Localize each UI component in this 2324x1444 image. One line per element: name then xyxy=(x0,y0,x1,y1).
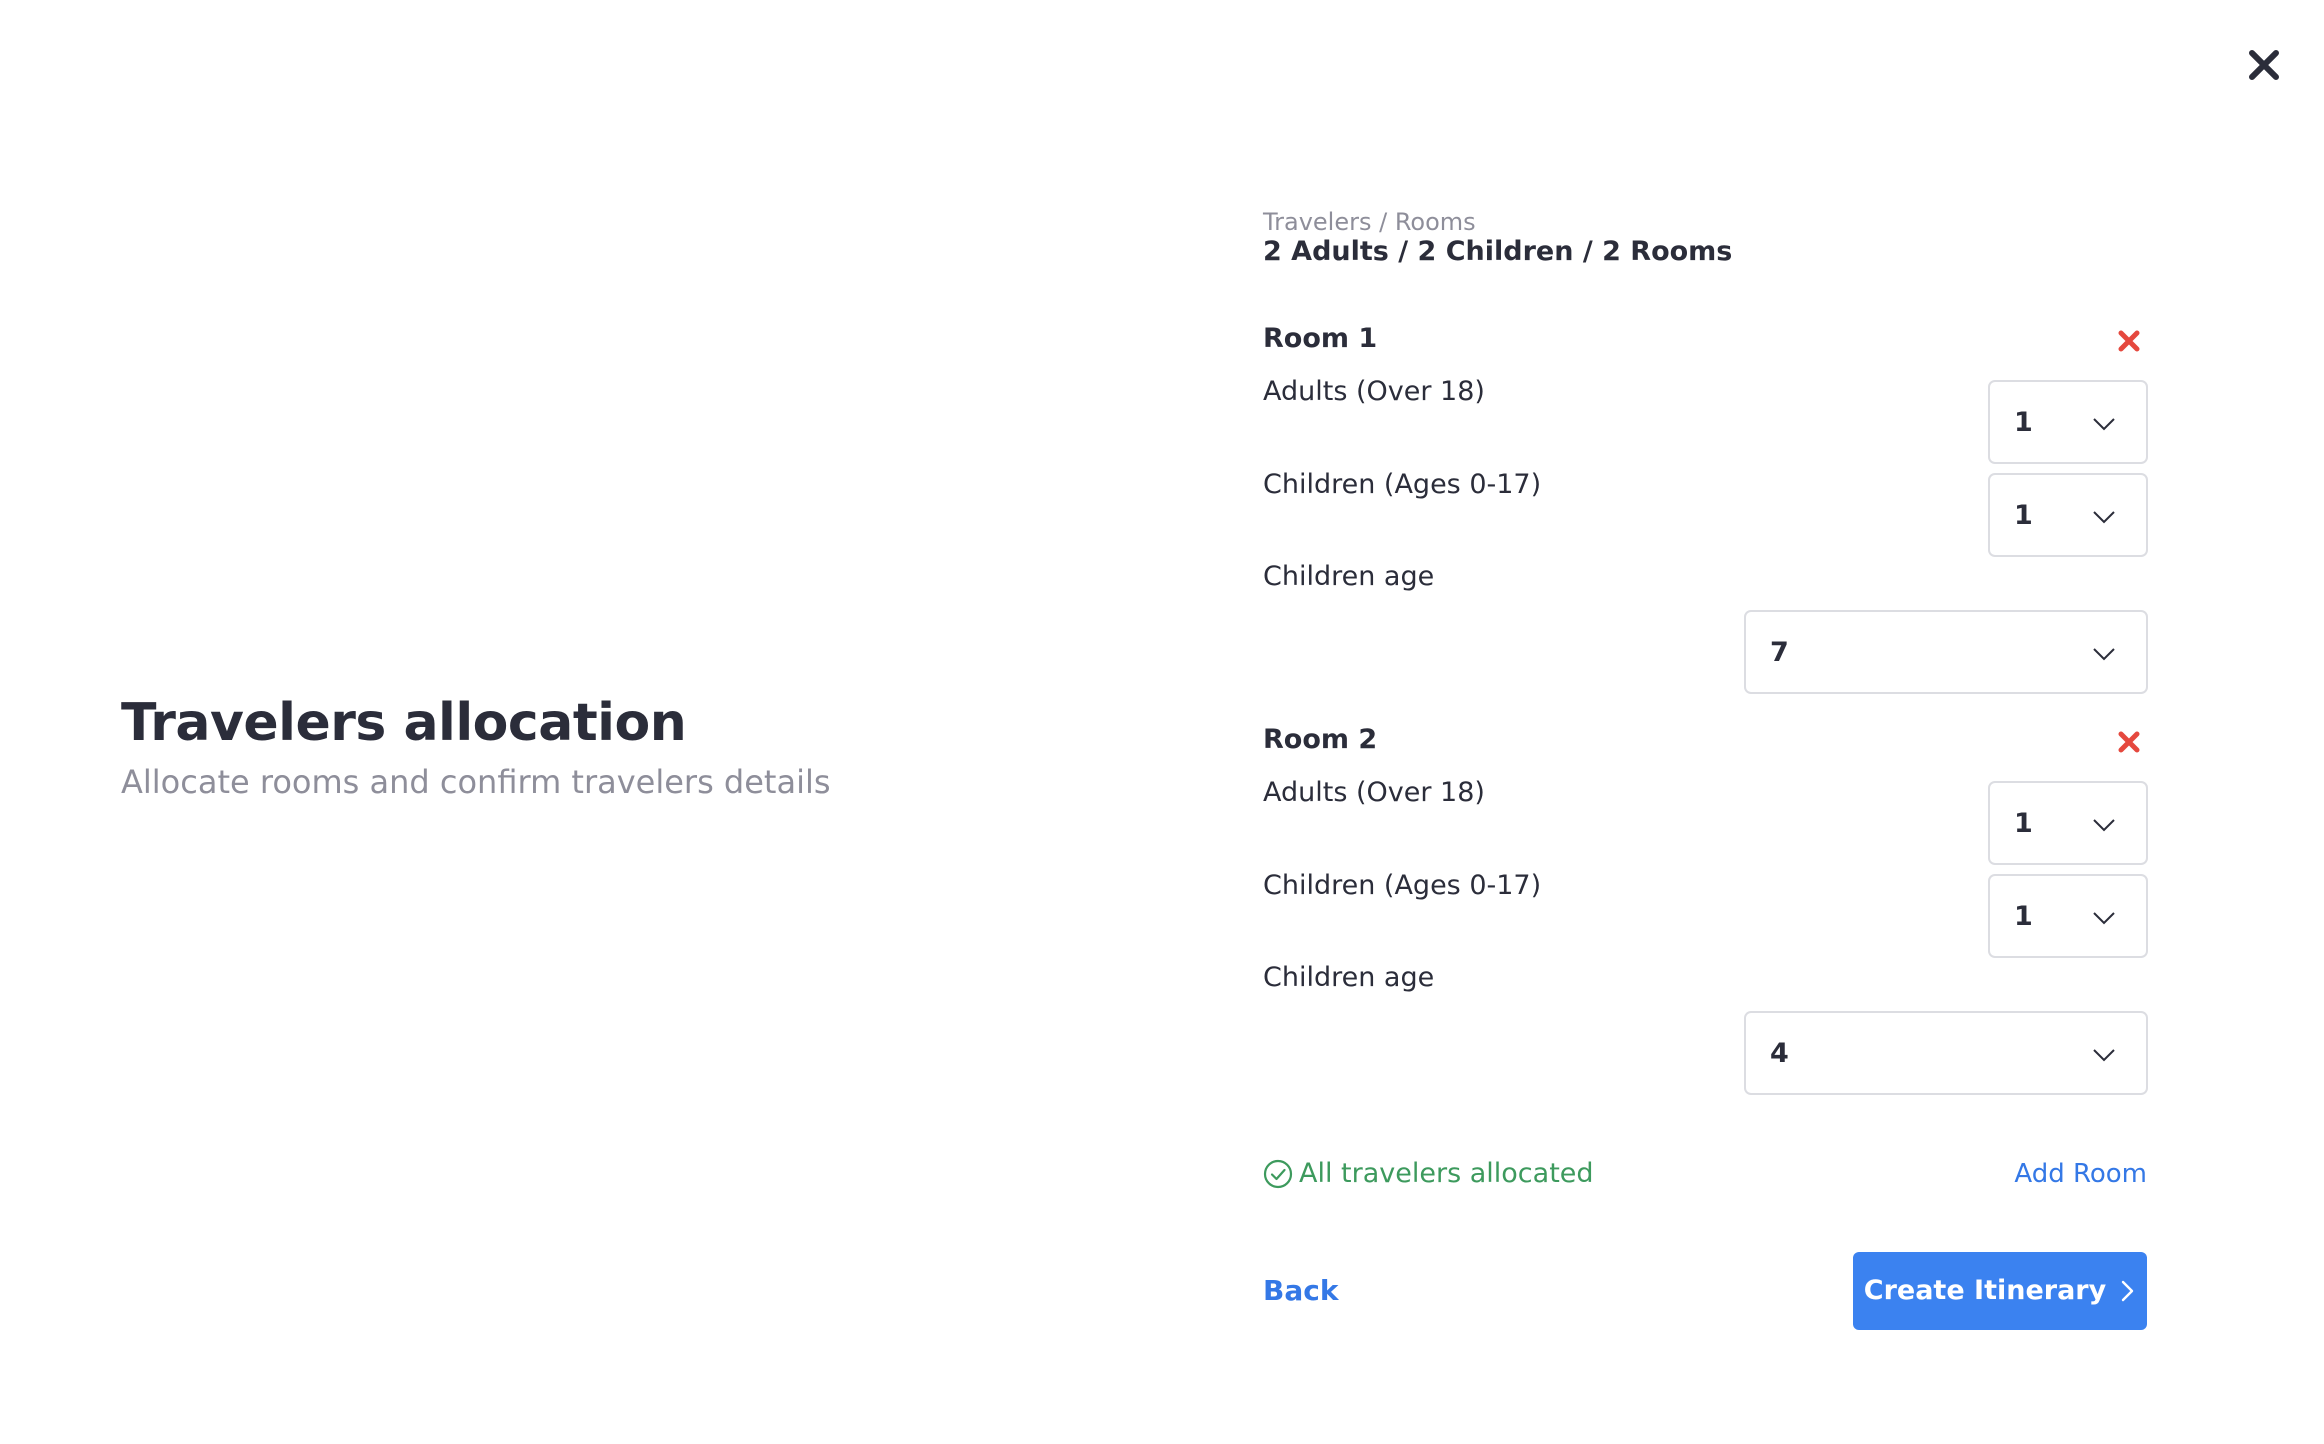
intro-panel: Travelers allocation Allocate rooms and … xyxy=(121,690,831,804)
travelers-summary: 2 Adults / 2 Children / 2 Rooms xyxy=(1263,236,1733,267)
form-actions: Back Create Itinerary xyxy=(1263,1252,2147,1330)
room-title: Room 2 xyxy=(1263,724,1378,755)
remove-room-button[interactable] xyxy=(2118,330,2140,352)
create-itinerary-label: Create Itinerary xyxy=(1863,1275,2107,1306)
children-age-label: Children age xyxy=(1263,962,1435,993)
children-label: Children (Ages 0-17) xyxy=(1263,469,1542,500)
adults-value: 1 xyxy=(2014,808,2033,839)
adults-value: 1 xyxy=(2014,407,2033,438)
children-age-label: Children age xyxy=(1263,561,1435,592)
chevron-down-icon xyxy=(2092,412,2116,436)
status-text: All travelers allocated xyxy=(1299,1158,1594,1189)
children-age-select[interactable]: 4 xyxy=(1744,1011,2148,1095)
adults-select[interactable]: 1 xyxy=(1988,781,2148,865)
check-circle-icon xyxy=(1263,1159,1293,1189)
close-icon xyxy=(2249,50,2279,80)
chevron-down-icon xyxy=(2092,1043,2116,1067)
children-value: 1 xyxy=(2014,500,2033,531)
chevron-down-icon xyxy=(2092,505,2116,529)
children-value: 1 xyxy=(2014,901,2033,932)
close-icon xyxy=(2118,731,2140,753)
chevron-right-icon xyxy=(2118,1279,2136,1303)
children-select[interactable]: 1 xyxy=(1988,874,2148,958)
page-title: Travelers allocation xyxy=(121,693,687,753)
back-button[interactable]: Back xyxy=(1263,1271,1338,1311)
allocation-status-row: All travelers allocated Add Room xyxy=(1263,1155,2147,1195)
page-subtitle: Allocate rooms and confirm travelers det… xyxy=(121,763,831,801)
children-age-value: 4 xyxy=(1770,1038,1789,1069)
chevron-down-icon xyxy=(2092,906,2116,930)
close-icon xyxy=(2118,330,2140,352)
children-label: Children (Ages 0-17) xyxy=(1263,870,1542,901)
adults-label: Adults (Over 18) xyxy=(1263,376,1485,407)
add-room-link[interactable]: Add Room xyxy=(2014,1155,2147,1193)
children-age-value: 7 xyxy=(1770,637,1789,668)
chevron-down-icon xyxy=(2092,813,2116,837)
close-button[interactable] xyxy=(2246,47,2282,83)
allocation-status: All travelers allocated xyxy=(1263,1155,1594,1193)
room-title: Room 1 xyxy=(1263,323,1378,354)
remove-room-button[interactable] xyxy=(2118,731,2140,753)
create-itinerary-button[interactable]: Create Itinerary xyxy=(1853,1252,2147,1330)
adults-select[interactable]: 1 xyxy=(1988,380,2148,464)
chevron-down-icon xyxy=(2092,642,2116,666)
adults-label: Adults (Over 18) xyxy=(1263,777,1485,808)
children-select[interactable]: 1 xyxy=(1988,473,2148,557)
children-age-select[interactable]: 7 xyxy=(1744,610,2148,694)
